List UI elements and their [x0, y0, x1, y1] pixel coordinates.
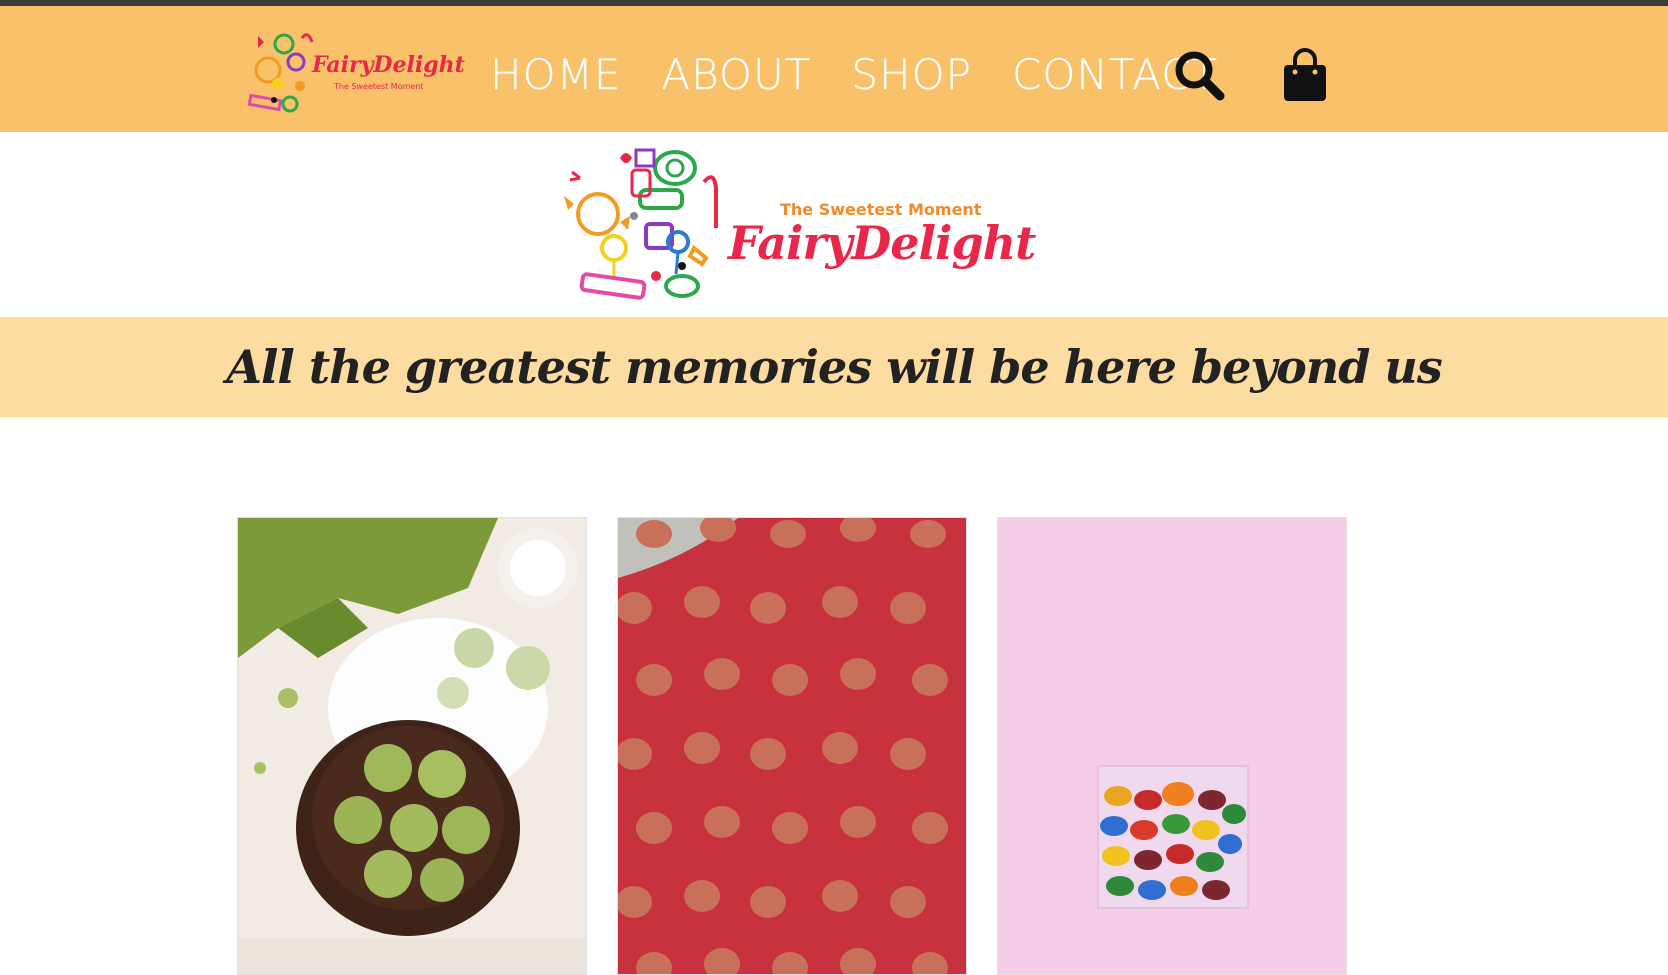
nav-item-shop[interactable]: SHOP — [851, 49, 972, 98]
search-button[interactable] — [1172, 48, 1226, 102]
product-image-candy-box — [998, 518, 1346, 974]
cart-button[interactable] — [1282, 48, 1328, 102]
candy-cluster-icon — [564, 148, 718, 300]
product-image-raspberry — [618, 518, 966, 974]
nav-item-about[interactable]: ABOUT — [661, 49, 811, 98]
search-icon — [1175, 51, 1225, 101]
hero-brand-name: FairyDelight — [728, 216, 1036, 270]
product-card[interactable] — [997, 517, 1347, 975]
product-card[interactable] — [617, 517, 967, 975]
slogan-banner: All the greatest memories will be here b… — [0, 317, 1668, 417]
main-menu: HOME ABOUT SHOP CONTACT — [490, 46, 1258, 102]
slogan-text: All the greatest memories will be here b… — [226, 340, 1442, 394]
product-image-matcha — [238, 518, 586, 974]
shopping-bag-icon — [1284, 48, 1326, 101]
header-logo[interactable]: FairyDelight The Sweetest Moment — [238, 22, 465, 118]
header-brand-name: FairyDelight — [312, 52, 465, 78]
nav-item-home[interactable]: HOME — [490, 49, 621, 98]
product-card[interactable] — [237, 517, 587, 975]
site-header: FairyDelight The Sweetest Moment HOME AB… — [0, 6, 1668, 132]
header-brand-tagline: The Sweetest Moment — [334, 82, 424, 91]
hero-logo: The Sweetest Moment FairyDelight — [560, 138, 1036, 308]
